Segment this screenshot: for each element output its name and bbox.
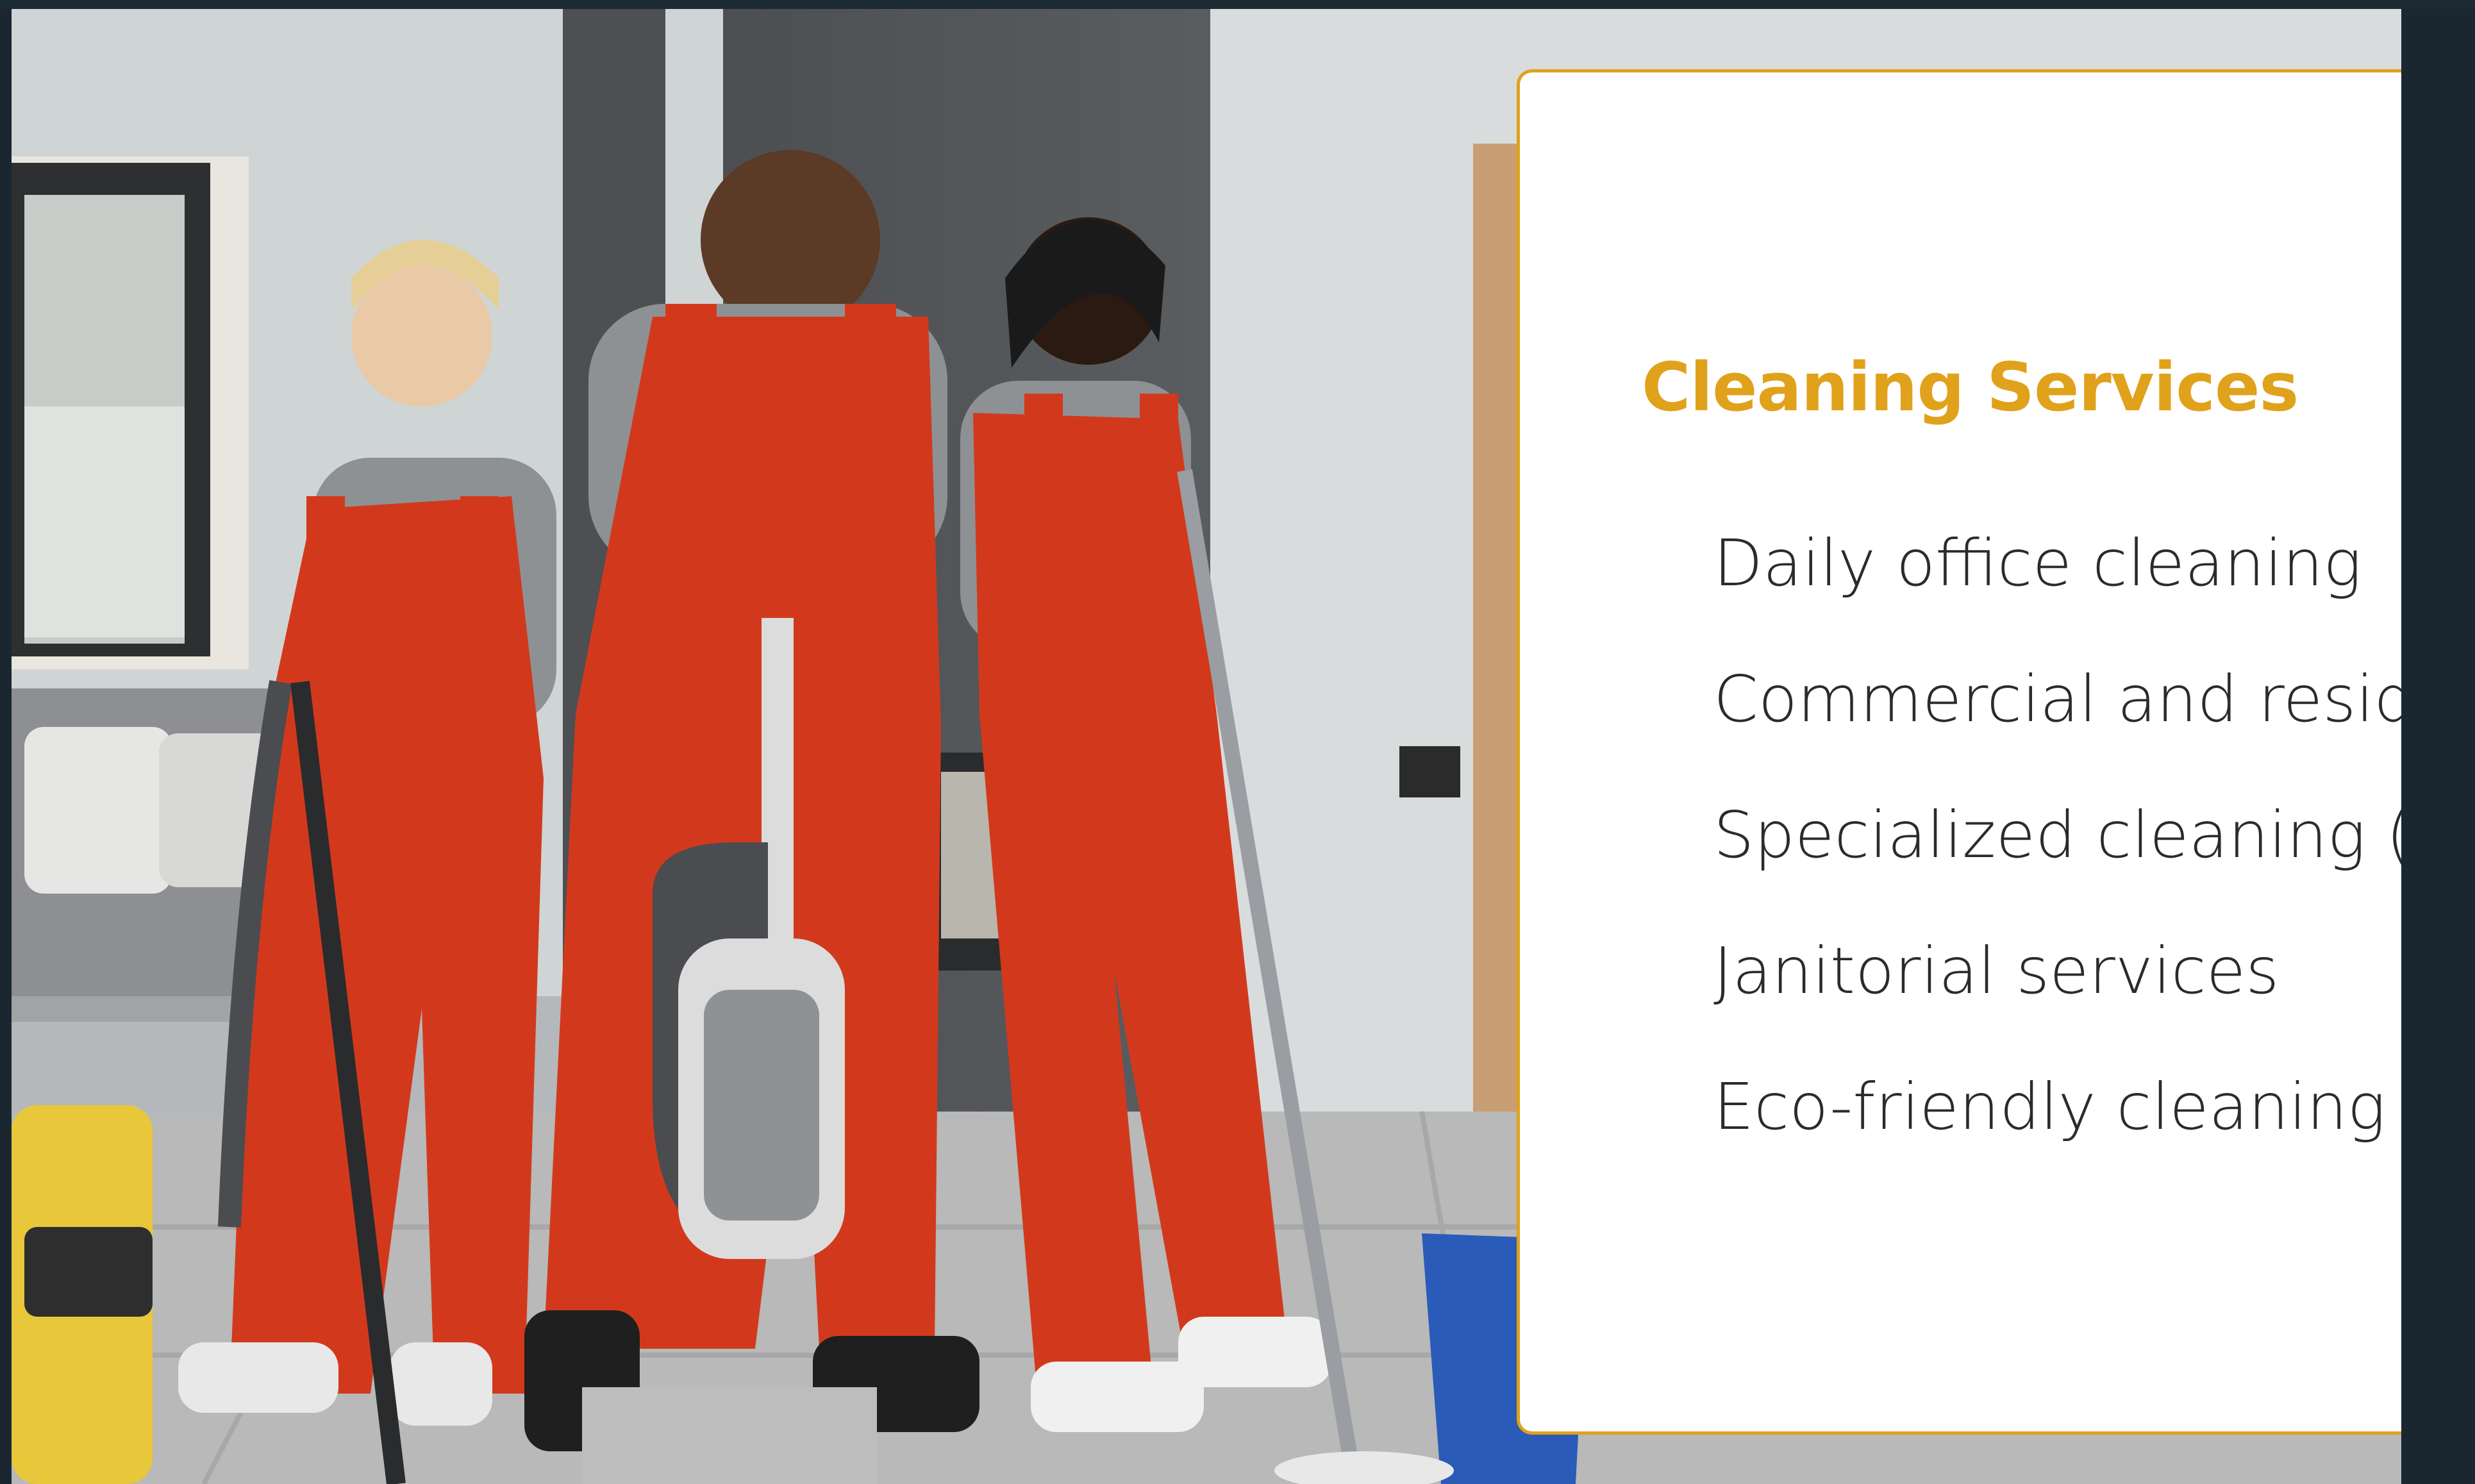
list-item: Eco-friendly cleaning s xyxy=(1713,1069,2401,1144)
list-item: Commercial and reside xyxy=(1713,662,2401,737)
window-top-border xyxy=(0,0,2475,9)
window-right-border xyxy=(2401,9,2475,1484)
presentation-slide: Cleaning Services Daily office cleaning … xyxy=(12,9,2401,1484)
list-item: Daily office cleaning xyxy=(1713,526,2362,601)
list-item: Janitorial services xyxy=(1713,933,2279,1008)
services-card: Cleaning Services Daily office cleaning … xyxy=(1517,69,2401,1435)
list-item: Specialized cleaning (p xyxy=(1713,797,2401,872)
services-list: Daily office cleaning Commercial and res… xyxy=(1713,508,2401,1188)
card-title: Cleaning Services xyxy=(1642,348,2299,426)
